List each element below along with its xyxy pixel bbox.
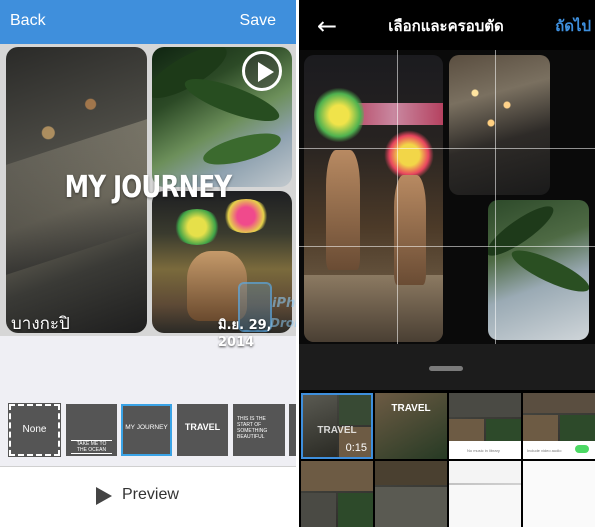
edit-panel: Back Save iPhone Droid MY JOURNEY บางกะป…: [0, 0, 296, 527]
crop-tile-palm[interactable]: [488, 200, 589, 340]
watermark-text: iPhone: [272, 296, 296, 311]
top-bar: Back Save: [0, 0, 296, 44]
layout-title: TRAVEL: [317, 425, 357, 436]
crop-grid-line: [495, 50, 496, 344]
title-style-label: TRAVEL: [184, 422, 221, 432]
crop-grid-line: [299, 148, 595, 149]
title-style-ocean[interactable]: TAKE ME TO THE OCEAN: [66, 404, 117, 456]
layout-cell[interactable]: TRAVEL: [375, 393, 447, 459]
crop-tile-traffic[interactable]: [449, 55, 550, 195]
crop-canvas[interactable]: [299, 50, 595, 344]
title-style-label: MY JOURNEY: [125, 424, 168, 431]
crop-tile-dancers[interactable]: [304, 55, 443, 342]
title-style-label: TAKE ME TO THE OCEAN: [71, 440, 112, 454]
crop-grid-line: [299, 246, 595, 247]
save-button[interactable]: Save: [240, 12, 276, 30]
layout-cell[interactable]: [375, 461, 447, 527]
collage-title: MY JOURNEY: [64, 170, 233, 205]
music-label: No music in library: [449, 441, 521, 459]
next-button[interactable]: ถัดไป: [555, 14, 591, 38]
preview-button[interactable]: Preview: [0, 466, 296, 527]
title-style-travel[interactable]: TRAVEL: [177, 404, 228, 456]
title-style-my-journey[interactable]: MY JOURNEY: [121, 404, 172, 456]
crop-grid-line: [397, 50, 398, 344]
back-button[interactable]: Back: [10, 12, 46, 30]
title-style-none[interactable]: None: [8, 403, 61, 457]
drawer-handle[interactable]: [299, 344, 595, 390]
duration-badge: 0:15: [345, 442, 367, 454]
layout-cell[interactable]: [523, 461, 595, 527]
arrow-left-icon[interactable]: ←: [317, 12, 337, 40]
layout-cell[interactable]: [301, 461, 373, 527]
play-icon[interactable]: [242, 51, 282, 91]
collage-date: มิ.ย. 29, 2014: [218, 318, 272, 350]
page-title: เลือกและครอบตัด: [388, 17, 504, 35]
title-style-strip: None TAKE ME TO THE OCEAN MY JOURNEY TRA…: [0, 398, 296, 460]
title-style-start[interactable]: THIS IS THE START OF SOMETHING BEAUTIFUL: [233, 404, 285, 456]
layout-title: TRAVEL: [391, 403, 431, 414]
layout-cell-selected[interactable]: TRAVEL 0:15: [301, 393, 373, 459]
grip-icon: [429, 366, 463, 371]
title-style-label: None: [22, 424, 47, 435]
play-icon: [96, 487, 112, 505]
layout-grid: TRAVEL 0:15 TRAVEL No music in library I…: [299, 390, 595, 527]
collage-location: บางกะปิ: [11, 314, 70, 334]
crop-panel: ← เลือกและครอบตัด ถัดไป TRAVEL 0:15 TRAV…: [299, 0, 595, 527]
layout-cell[interactable]: [449, 461, 521, 527]
preview-label: Preview: [122, 486, 179, 503]
title-style-more[interactable]: [289, 404, 296, 456]
top-bar: ← เลือกและครอบตัด ถัดไป: [299, 0, 595, 50]
audio-toggle[interactable]: [575, 445, 589, 453]
title-style-label: THIS IS THE START OF SOMETHING BEAUTIFUL: [237, 416, 268, 440]
